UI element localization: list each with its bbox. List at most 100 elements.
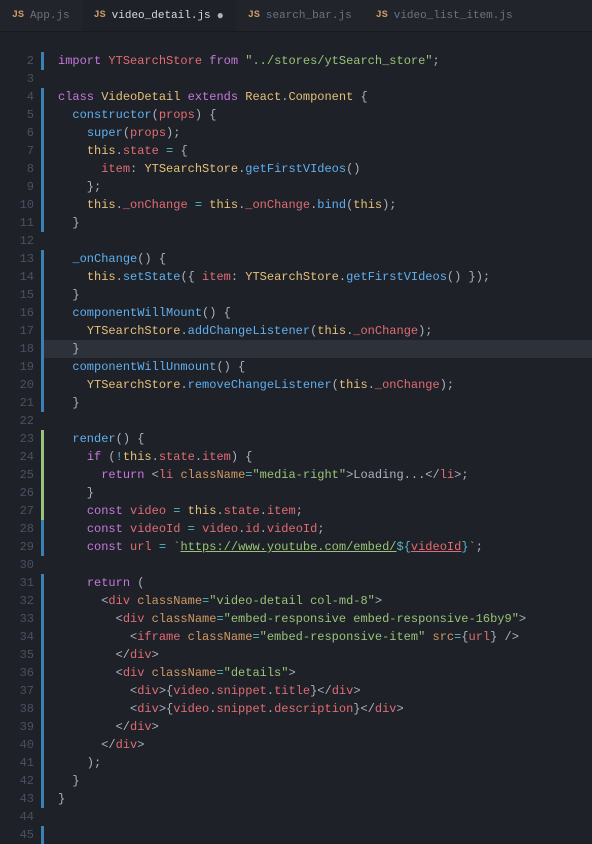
line-number[interactable]: 38 xyxy=(6,700,44,718)
code-line[interactable]: }; xyxy=(58,178,592,196)
code-line[interactable] xyxy=(58,556,592,574)
line-number[interactable]: 14 xyxy=(6,268,44,286)
code-line[interactable] xyxy=(58,34,592,52)
code-line[interactable]: <div>{video.snippet.description}</div> xyxy=(58,700,592,718)
line-number[interactable]: 16 xyxy=(6,304,44,322)
code-line[interactable]: _onChange() { xyxy=(58,250,592,268)
code-area[interactable]: import YTSearchStore from "../stores/ytS… xyxy=(44,32,592,828)
js-icon: JS xyxy=(376,10,388,21)
code-line[interactable]: item: YTSearchStore.getFirstVIdeos() xyxy=(58,160,592,178)
code-line[interactable]: ); xyxy=(58,754,592,772)
line-number[interactable]: 32 xyxy=(6,592,44,610)
line-number[interactable]: 30 xyxy=(6,556,44,574)
code-line[interactable]: </div> xyxy=(58,718,592,736)
code-line[interactable]: return <li className="media-right">Loadi… xyxy=(58,466,592,484)
line-number[interactable]: 11 xyxy=(6,214,44,232)
code-line[interactable]: render() { xyxy=(58,430,592,448)
line-number[interactable]: 17 xyxy=(6,322,44,340)
tab-search-bar-js[interactable]: JS search_bar.js xyxy=(236,0,364,31)
line-number[interactable]: 33 xyxy=(6,610,44,628)
line-number[interactable]: 29 xyxy=(6,538,44,556)
line-number[interactable]: 22 xyxy=(6,412,44,430)
line-number[interactable]: 19 xyxy=(6,358,44,376)
tab-bar: JS App.js JS video_detail.js ● JS search… xyxy=(0,0,592,32)
code-line[interactable]: } xyxy=(44,340,592,358)
code-line[interactable]: if (!this.state.item) { xyxy=(58,448,592,466)
line-number[interactable]: 27 xyxy=(6,502,44,520)
line-number[interactable]: 9 xyxy=(6,178,44,196)
line-number[interactable]: 18 xyxy=(6,340,44,358)
code-line[interactable] xyxy=(58,412,592,430)
code-line[interactable]: YTSearchStore.removeChangeListener(this.… xyxy=(58,376,592,394)
line-number[interactable]: 23 xyxy=(6,430,44,448)
code-line[interactable] xyxy=(58,232,592,250)
code-line[interactable]: } xyxy=(58,790,592,808)
tab-video-list-item-js[interactable]: JS video_list_item.js xyxy=(364,0,525,31)
code-line[interactable]: import YTSearchStore from "../stores/ytS… xyxy=(58,52,592,70)
line-number[interactable]: 40 xyxy=(6,736,44,754)
code-line[interactable] xyxy=(58,70,592,88)
code-line[interactable]: super(props); xyxy=(58,124,592,142)
code-line[interactable]: } xyxy=(58,286,592,304)
code-line[interactable]: </div> xyxy=(58,736,592,754)
code-line[interactable]: </div> xyxy=(58,646,592,664)
tab-app-js[interactable]: JS App.js xyxy=(0,0,82,31)
line-number[interactable]: 36 xyxy=(6,664,44,682)
code-line[interactable]: this.state = { xyxy=(58,142,592,160)
line-number[interactable]: 42 xyxy=(6,772,44,790)
line-number-gutter[interactable]: 2345678910111213141516171819202122232425… xyxy=(6,32,44,828)
line-number[interactable]: 3 xyxy=(6,70,44,88)
line-number[interactable]: 41 xyxy=(6,754,44,772)
code-line[interactable]: const videoId = video.id.videoId; xyxy=(58,520,592,538)
line-number[interactable]: 7 xyxy=(6,142,44,160)
code-line[interactable]: } xyxy=(58,394,592,412)
line-number[interactable]: 10 xyxy=(6,196,44,214)
line-number[interactable]: 4 xyxy=(6,88,44,106)
code-line[interactable]: class VideoDetail extends React.Componen… xyxy=(58,88,592,106)
code-line[interactable]: componentWillMount() { xyxy=(58,304,592,322)
code-line[interactable]: } xyxy=(58,214,592,232)
tab-label: video_detail.js xyxy=(112,10,211,22)
code-line[interactable]: return ( xyxy=(58,574,592,592)
line-number[interactable]: 12 xyxy=(6,232,44,250)
line-number[interactable] xyxy=(6,34,44,52)
line-number[interactable]: 2 xyxy=(6,52,44,70)
line-number[interactable]: 44 xyxy=(6,808,44,826)
line-number[interactable]: 34 xyxy=(6,628,44,646)
code-line[interactable]: <div className="embed-responsive embed-r… xyxy=(58,610,592,628)
code-line[interactable]: constructor(props) { xyxy=(58,106,592,124)
code-line[interactable]: YTSearchStore.addChangeListener(this._on… xyxy=(58,322,592,340)
code-line[interactable]: const url = `https://www.youtube.com/emb… xyxy=(58,538,592,556)
code-line[interactable] xyxy=(58,808,592,826)
line-number[interactable]: 8 xyxy=(6,160,44,178)
code-line[interactable]: } xyxy=(58,772,592,790)
line-number[interactable]: 45 xyxy=(6,826,44,844)
code-line[interactable]: this._onChange = this._onChange.bind(thi… xyxy=(58,196,592,214)
line-number[interactable]: 35 xyxy=(6,646,44,664)
line-number[interactable]: 43 xyxy=(6,790,44,808)
tab-video-detail-js[interactable]: JS video_detail.js ● xyxy=(82,0,236,31)
line-number[interactable]: 25 xyxy=(6,466,44,484)
line-number[interactable]: 5 xyxy=(6,106,44,124)
line-number[interactable]: 26 xyxy=(6,484,44,502)
editor: 2345678910111213141516171819202122232425… xyxy=(0,32,592,828)
code-line[interactable]: componentWillUnmount() { xyxy=(58,358,592,376)
line-number[interactable]: 6 xyxy=(6,124,44,142)
line-number[interactable]: 28 xyxy=(6,520,44,538)
line-number[interactable]: 37 xyxy=(6,682,44,700)
code-line[interactable]: <div className="video-detail col-md-8"> xyxy=(58,592,592,610)
dirty-indicator-icon: ● xyxy=(217,9,224,23)
line-number[interactable]: 13 xyxy=(6,250,44,268)
code-line[interactable]: } xyxy=(58,484,592,502)
code-line[interactable]: this.setState({ item: YTSearchStore.getF… xyxy=(58,268,592,286)
code-line[interactable]: <div>{video.snippet.title}</div> xyxy=(58,682,592,700)
line-number[interactable]: 20 xyxy=(6,376,44,394)
code-line[interactable]: <iframe className="embed-responsive-item… xyxy=(58,628,592,646)
line-number[interactable]: 24 xyxy=(6,448,44,466)
line-number[interactable]: 21 xyxy=(6,394,44,412)
code-line[interactable]: <div className="details"> xyxy=(58,664,592,682)
line-number[interactable]: 39 xyxy=(6,718,44,736)
code-line[interactable]: const video = this.state.item; xyxy=(58,502,592,520)
line-number[interactable]: 15 xyxy=(6,286,44,304)
line-number[interactable]: 31 xyxy=(6,574,44,592)
